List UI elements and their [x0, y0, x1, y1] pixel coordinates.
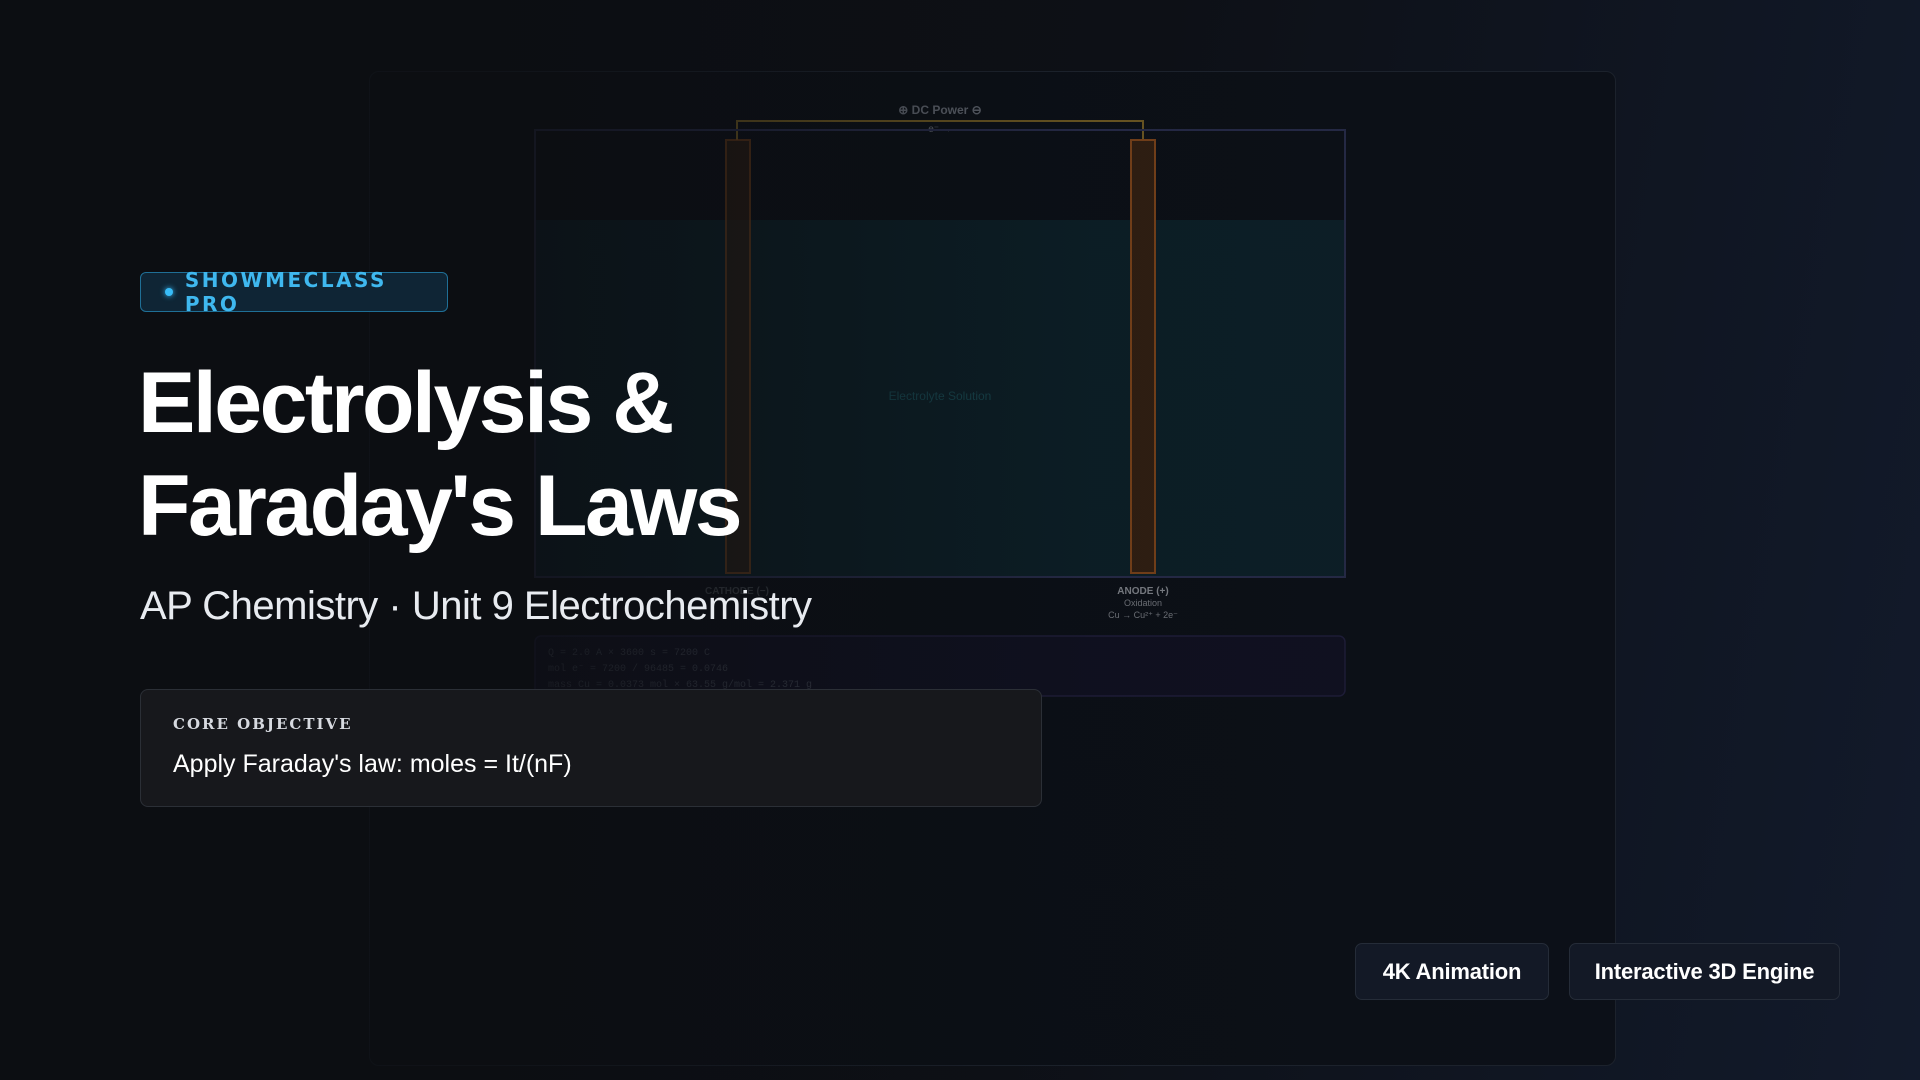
- brand-badge-label: SHOWMECLASS PRO: [184, 268, 387, 316]
- course-subtitle: AP Chemistry · Unit 9 Electrochemistry: [140, 584, 812, 628]
- anode-reaction: Cu → Cu²⁺ + 2e⁻: [1108, 610, 1178, 620]
- objective-card: CORE OBJECTIVE Apply Faraday's law: mole…: [140, 689, 1042, 807]
- power-label: ⊕ DC Power ⊖: [898, 103, 981, 117]
- feature-interactive-3d-button[interactable]: Interactive 3D Engine: [1569, 943, 1840, 1000]
- anode-process: Oxidation: [1124, 598, 1162, 608]
- page-title: Electrolysis & Faraday's Laws: [138, 352, 1038, 558]
- anode-label: ANODE (+): [1117, 586, 1168, 597]
- objective-label: CORE OBJECTIVE: [173, 715, 353, 733]
- calc-line: mol e⁻ = 7200 / 96485 = 0.0746: [548, 663, 728, 675]
- feature-4k-animation-button[interactable]: 4K Animation: [1355, 943, 1549, 1000]
- anode-electrode: [1130, 139, 1156, 574]
- title-line-1: Electrolysis &: [138, 355, 674, 451]
- slide-stage: ⊕ DC Power ⊖ e⁻ → Electrolyte Solution C…: [0, 0, 1920, 1080]
- title-line-2: Faraday's Laws: [138, 458, 743, 554]
- objective-text: Apply Faraday's law: moles = It/(nF): [173, 750, 572, 778]
- status-dot-icon: [165, 288, 173, 296]
- brand-badge: SHOWMECLASS PRO: [140, 268, 448, 316]
- calc-line: Q = 2.0 A × 3600 s = 7200 C: [548, 648, 710, 659]
